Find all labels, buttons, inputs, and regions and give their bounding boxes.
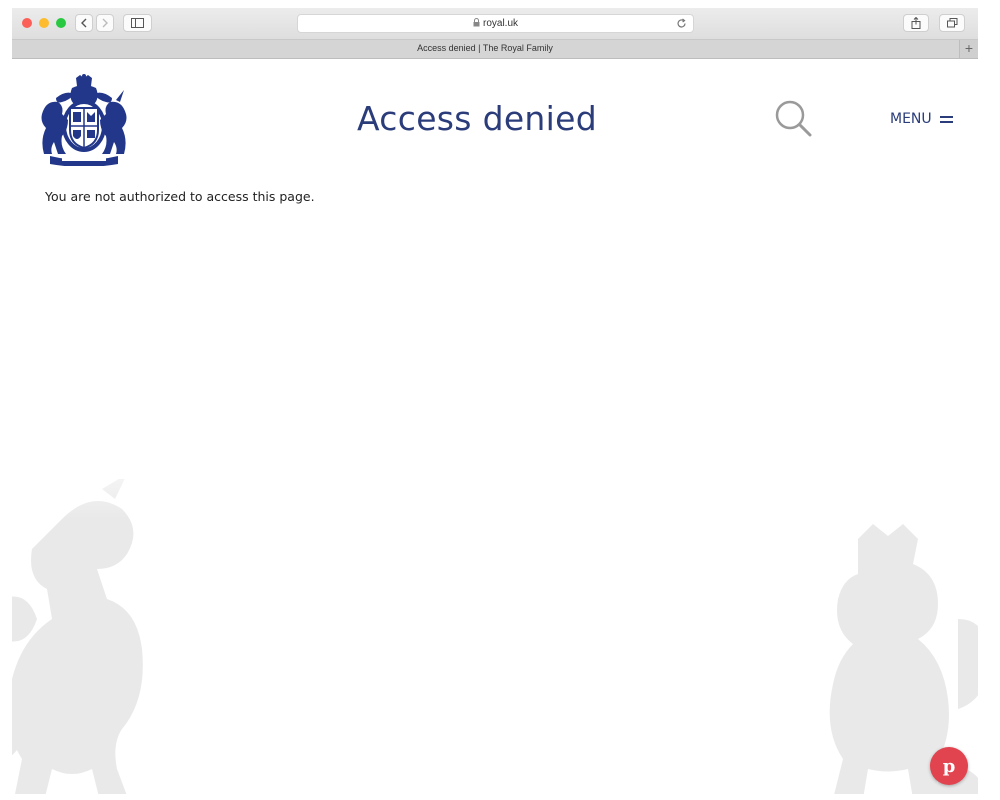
new-tab-button[interactable]: + bbox=[959, 40, 978, 58]
tab-active[interactable]: Access denied | The Royal Family bbox=[12, 43, 958, 53]
watermark-unicorn-icon bbox=[12, 479, 143, 794]
search-icon[interactable] bbox=[774, 99, 814, 139]
page-content: Access denied MENU You are not authorize… bbox=[12, 59, 978, 794]
forward-button[interactable] bbox=[96, 14, 114, 32]
royal-crest-logo[interactable] bbox=[36, 74, 132, 166]
back-button[interactable] bbox=[75, 14, 93, 32]
sidebar-button[interactable] bbox=[123, 14, 152, 32]
reload-icon[interactable] bbox=[676, 18, 687, 29]
minimize-window-button[interactable] bbox=[39, 18, 49, 28]
pinterest-icon: p bbox=[942, 755, 956, 777]
address-bar[interactable]: royal.uk bbox=[297, 14, 694, 33]
show-tabs-button[interactable] bbox=[939, 14, 965, 32]
zoom-window-button[interactable] bbox=[56, 18, 66, 28]
back-icon bbox=[81, 18, 87, 28]
share-button[interactable] bbox=[903, 14, 929, 32]
share-icon bbox=[911, 17, 921, 29]
page-title: Access denied bbox=[357, 99, 597, 138]
sidebar-icon bbox=[131, 18, 144, 28]
tabs-icon bbox=[946, 18, 957, 28]
lock-icon bbox=[473, 18, 480, 27]
forward-icon bbox=[102, 18, 108, 28]
access-denied-message: You are not authorized to access this pa… bbox=[45, 189, 315, 204]
watermark-fade bbox=[12, 439, 978, 519]
tab-bar: Access denied | The Royal Family + bbox=[12, 40, 978, 59]
browser-window: royal.uk Access denied | The Royal Famil… bbox=[12, 8, 978, 794]
address-url: royal.uk bbox=[482, 18, 518, 29]
browser-toolbar: royal.uk bbox=[12, 8, 978, 40]
menu-button[interactable]: MENU bbox=[890, 111, 953, 127]
hamburger-icon bbox=[939, 113, 953, 126]
page: royal.uk Access denied | The Royal Famil… bbox=[0, 0, 1000, 800]
close-window-button[interactable] bbox=[22, 18, 32, 28]
pinterest-button[interactable]: p bbox=[930, 747, 968, 785]
menu-label: MENU bbox=[890, 111, 932, 127]
